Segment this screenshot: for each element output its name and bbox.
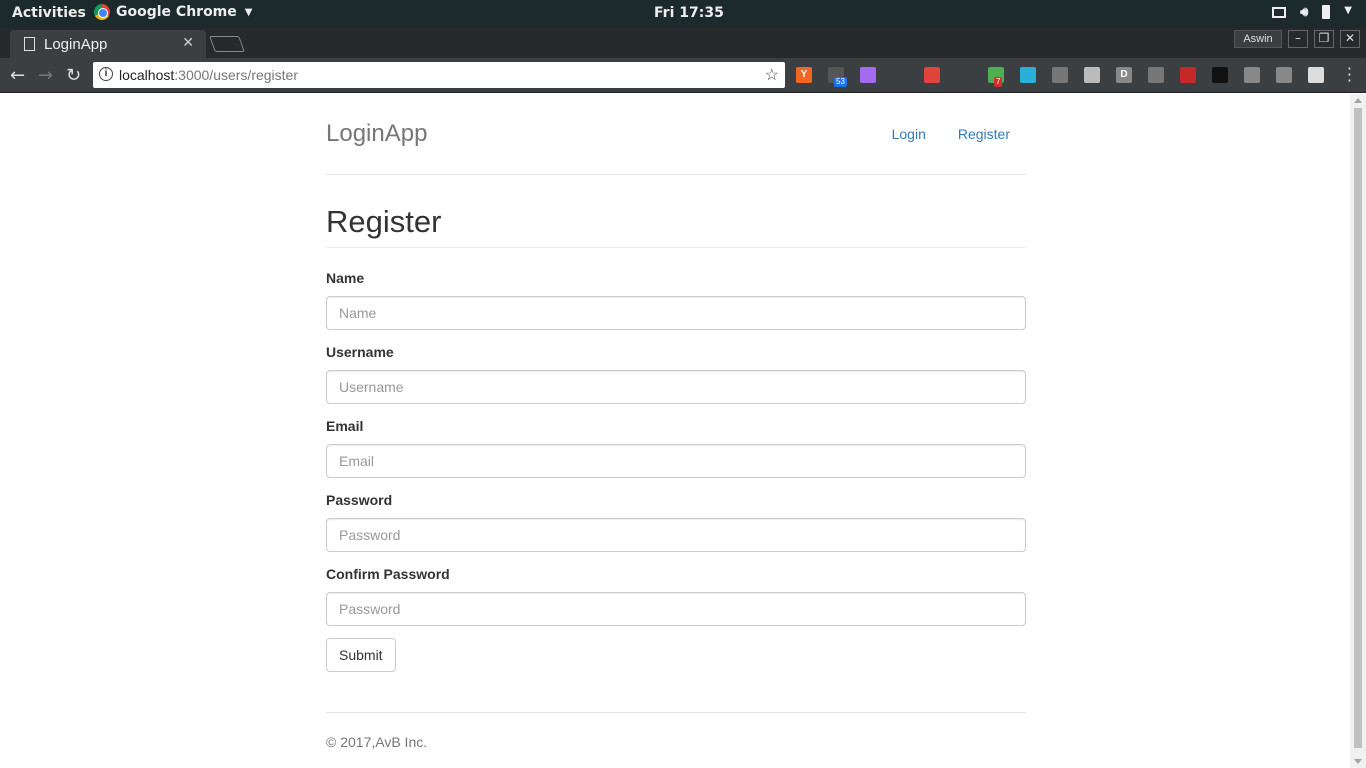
minimize-button[interactable]: – — [1288, 30, 1308, 48]
address-bar[interactable]: i localhost:3000/users/register ☆ — [93, 62, 785, 88]
nav-login-link[interactable]: Login — [892, 126, 926, 142]
username-label: Username — [326, 344, 394, 360]
gnome-foot-icon[interactable] — [956, 67, 972, 83]
magnifier-icon[interactable] — [1212, 67, 1228, 83]
close-icon[interactable]: ✕ — [182, 35, 194, 51]
confirm-password-input[interactable] — [326, 592, 1026, 626]
browser-toolbar: ← → ↻ i localhost:3000/users/register ☆ … — [0, 58, 1366, 93]
y-combinator-icon[interactable]: Y — [796, 67, 812, 83]
search-icon[interactable] — [1276, 67, 1292, 83]
d-icon[interactable]: D — [1116, 67, 1132, 83]
page-icon — [24, 37, 35, 51]
email-input[interactable] — [326, 444, 1026, 478]
confirm-password-group: Confirm Password — [326, 566, 1026, 626]
red-forward-icon[interactable] — [1180, 67, 1196, 83]
menu-icon[interactable]: · · · — [1347, 61, 1352, 89]
title-divider — [326, 247, 1026, 248]
feather-icon[interactable] — [860, 67, 876, 83]
vertical-scrollbar[interactable] — [1350, 94, 1366, 768]
url-host: localhost — [119, 67, 175, 83]
password-group: Password — [326, 492, 1026, 552]
system-tray[interactable]: 🔊︎ ▼ — [1272, 5, 1352, 20]
page-title: Register — [326, 204, 442, 239]
password-input[interactable] — [326, 518, 1026, 552]
scroll-down-icon[interactable] — [1354, 759, 1362, 764]
github-icon[interactable] — [1244, 67, 1260, 83]
bus-icon[interactable] — [892, 67, 908, 83]
url-text: localhost:3000/users/register — [119, 67, 298, 83]
battery-icon — [1322, 5, 1331, 19]
page-viewport: LoginApp Login Register Register Name Us… — [0, 94, 1350, 768]
url-path: :3000/users/register — [174, 67, 298, 83]
restore-button[interactable]: ❐ — [1314, 30, 1334, 48]
header-divider — [326, 174, 1026, 175]
forward-arrow-icon[interactable]: → — [38, 65, 53, 86]
bookmark-star-icon[interactable]: ☆ — [765, 65, 779, 85]
color-wheel-icon[interactable] — [924, 67, 940, 83]
close-window-button[interactable]: ✕ — [1340, 30, 1360, 48]
activities-button[interactable]: Activities — [12, 5, 86, 21]
profile-button[interactable]: Aswin — [1234, 30, 1282, 48]
box-icon[interactable] — [1084, 67, 1100, 83]
email-label: Email — [326, 418, 364, 434]
username-group: Username — [326, 344, 1026, 404]
flag-icon[interactable] — [1308, 67, 1324, 83]
name-input[interactable] — [326, 296, 1026, 330]
nav-register-link[interactable]: Register — [958, 126, 1010, 142]
tab-strip: LoginApp ✕ — [0, 28, 1366, 58]
confirm-password-label: Confirm Password — [326, 566, 450, 582]
footer-divider — [326, 712, 1026, 713]
heart-icon[interactable] — [1020, 67, 1036, 83]
site-nav: Login Register — [892, 126, 1010, 142]
password-label: Password — [326, 492, 393, 508]
caret-down-icon: ▼ — [244, 6, 253, 18]
screen-icon — [1272, 7, 1287, 18]
caret-down-icon: ▼ — [1344, 5, 1352, 16]
submit-button[interactable]: Submit — [326, 638, 396, 672]
site-brand[interactable]: LoginApp — [326, 120, 427, 148]
scroll-thumb[interactable] — [1354, 108, 1362, 748]
system-top-bar: Activities Google Chrome ▼ Fri 17:35 🔊︎ … — [0, 0, 1366, 28]
back-arrow-icon[interactable]: ← — [10, 65, 25, 86]
app-name: Google Chrome — [116, 4, 237, 20]
name-label: Name — [326, 270, 365, 286]
new-tab-button[interactable] — [209, 36, 245, 52]
app-menu[interactable]: Google Chrome ▼ — [94, 4, 252, 20]
volume-icon: 🔊︎ — [1300, 5, 1309, 20]
pocket-icon[interactable] — [1148, 67, 1164, 83]
chrome-logo-icon — [94, 4, 110, 20]
reload-icon[interactable]: ↻ — [66, 65, 81, 86]
info-icon[interactable]: i — [99, 67, 113, 81]
clock[interactable]: Fri 17:35 — [654, 5, 724, 21]
username-input[interactable] — [326, 370, 1026, 404]
email-group: Email — [326, 418, 1026, 478]
scroll-up-icon[interactable] — [1354, 98, 1362, 103]
tab-title: LoginApp — [44, 36, 108, 53]
name-group: Name — [326, 270, 1026, 330]
extension-badge: 7 — [994, 77, 1003, 87]
tab-loginapp[interactable]: LoginApp ✕ — [10, 30, 206, 58]
extension-badge: 53 — [834, 77, 847, 87]
footer-text: © 2017,AvB Inc. — [326, 734, 428, 750]
video-icon[interactable] — [1052, 67, 1068, 83]
